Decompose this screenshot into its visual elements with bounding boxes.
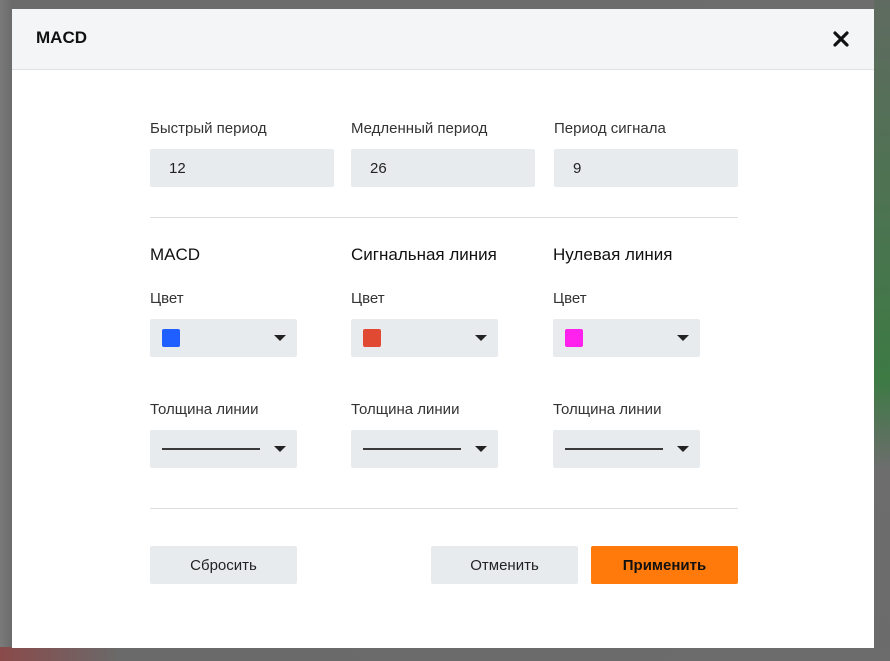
macd-color-swatch xyxy=(162,329,180,347)
background-chart-bottom xyxy=(0,647,890,661)
signal-color-label: Цвет xyxy=(351,290,385,307)
chevron-down-icon xyxy=(677,335,689,341)
chevron-down-icon xyxy=(274,335,286,341)
background-chart-edge xyxy=(874,0,890,661)
line-width-sample-icon xyxy=(565,448,663,450)
zero-line-title: Нулевая линия xyxy=(553,245,673,264)
signal-width-select[interactable] xyxy=(351,430,498,468)
signal-line-title: Сигнальная линия xyxy=(351,245,497,264)
section-divider xyxy=(150,217,738,218)
slow-period-input[interactable] xyxy=(351,149,535,187)
macd-color-label: Цвет xyxy=(150,290,184,307)
macd-color-select[interactable] xyxy=(150,319,297,357)
zero-color-swatch xyxy=(565,329,583,347)
cancel-button[interactable]: Отменить xyxy=(431,546,578,584)
signal-period-label: Период сигнала xyxy=(554,120,666,137)
signal-color-swatch xyxy=(363,329,381,347)
fast-period-input[interactable] xyxy=(150,149,334,187)
line-width-sample-icon xyxy=(363,448,461,450)
close-x-icon xyxy=(833,31,849,47)
dialog-header: MACD xyxy=(12,9,874,70)
signal-period-input[interactable] xyxy=(554,149,738,187)
zero-width-select[interactable] xyxy=(553,430,700,468)
chevron-down-icon xyxy=(475,335,487,341)
fast-period-label: Быстрый период xyxy=(150,120,267,137)
close-button[interactable] xyxy=(828,26,854,52)
chevron-down-icon xyxy=(274,446,286,452)
chevron-down-icon xyxy=(475,446,487,452)
zero-color-select[interactable] xyxy=(553,319,700,357)
macd-line-title: MACD xyxy=(150,245,201,264)
signal-width-label: Толщина линии xyxy=(351,401,460,418)
line-width-sample-icon xyxy=(162,448,260,450)
chevron-down-icon xyxy=(677,446,689,452)
reset-button[interactable]: Сбросить xyxy=(150,546,297,584)
zero-color-label: Цвет xyxy=(553,290,587,307)
signal-color-select[interactable] xyxy=(351,319,498,357)
footer-divider xyxy=(150,508,738,509)
apply-button[interactable]: Применить xyxy=(591,546,738,584)
macd-settings-dialog: MACD Быстрый период Медленный период Пер… xyxy=(12,9,874,648)
macd-width-select[interactable] xyxy=(150,430,297,468)
slow-period-label: Медленный период xyxy=(351,120,488,137)
zero-width-label: Толщина линии xyxy=(553,401,662,418)
dialog-title: MACD xyxy=(36,28,87,47)
macd-width-label: Толщина линии xyxy=(150,401,259,418)
